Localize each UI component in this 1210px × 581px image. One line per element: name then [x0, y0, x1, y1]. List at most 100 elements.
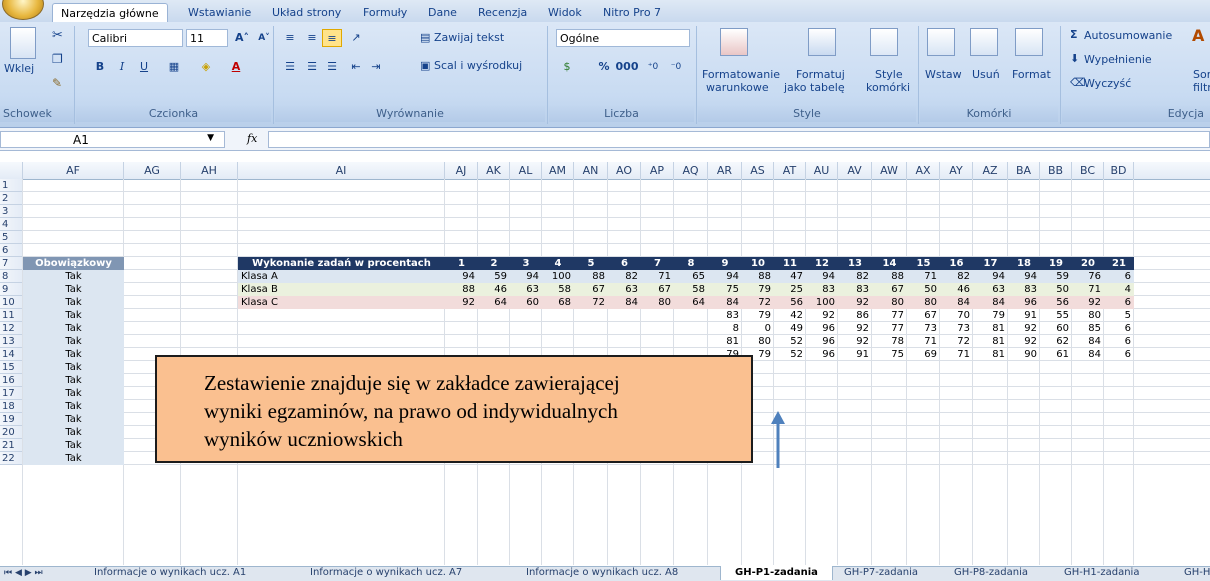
percent-cell[interactable]: 71: [907, 270, 940, 283]
percent-cell[interactable]: 85: [1072, 322, 1104, 335]
column-header[interactable]: AK: [478, 162, 510, 179]
column-header[interactable]: AX: [907, 162, 940, 179]
format-cells-button[interactable]: Format: [1012, 68, 1051, 81]
conditional-format-button-line2[interactable]: warunkowe: [706, 81, 769, 94]
percent-cell[interactable]: 75: [872, 348, 907, 361]
tab-insert[interactable]: Wstawianie: [180, 3, 259, 22]
autosum-button[interactable]: Autosumowanie: [1084, 29, 1172, 42]
percent-cell[interactable]: [510, 309, 542, 322]
bold-button[interactable]: B: [90, 58, 110, 76]
align-center-icon[interactable]: ☰: [302, 58, 322, 76]
column-header[interactable]: BC: [1072, 162, 1104, 179]
clear-button[interactable]: Wyczyść: [1084, 77, 1131, 90]
insert-cells-button[interactable]: Wstaw: [925, 68, 962, 81]
row-header[interactable]: 8: [0, 270, 23, 283]
percent-cell[interactable]: [510, 335, 542, 348]
sheet-tab[interactable]: GH-H1-zadania: [1050, 566, 1153, 580]
task-number-header[interactable]: 3: [510, 257, 542, 270]
percent-cell[interactable]: 64: [478, 296, 510, 309]
format-as-table-icon[interactable]: [808, 28, 836, 56]
class-name-cell[interactable]: Klasa B: [238, 283, 445, 296]
cell-styles-button-line2[interactable]: komórki: [866, 81, 910, 94]
column-header[interactable]: AW: [872, 162, 907, 179]
percent-cell[interactable]: 8: [708, 322, 742, 335]
percent-cell[interactable]: 82: [608, 270, 641, 283]
sheet-tab[interactable]: GH-P7-zadania: [830, 566, 932, 580]
class-name-cell[interactable]: [238, 335, 445, 348]
percent-cell[interactable]: 5: [1104, 309, 1134, 322]
thousands-button[interactable]: 000: [614, 58, 640, 76]
task-number-header[interactable]: 9: [708, 257, 742, 270]
percent-cell[interactable]: 96: [806, 335, 838, 348]
obowiazkowy-cell[interactable]: Tak: [23, 413, 124, 426]
tab-home[interactable]: Narzędzia główne: [52, 3, 168, 24]
class-name-cell[interactable]: Klasa A: [238, 270, 445, 283]
percent-cell[interactable]: [478, 309, 510, 322]
percent-cell[interactable]: 80: [641, 296, 674, 309]
task-number-header[interactable]: 19: [1040, 257, 1072, 270]
percent-cell[interactable]: 84: [940, 296, 973, 309]
conditional-format-button-line1[interactable]: Formatowanie: [702, 68, 780, 81]
obowiazkowy-cell[interactable]: Tak: [23, 309, 124, 322]
sheet-tab[interactable]: Informacje o wynikach ucz. A1: [80, 566, 260, 580]
percent-cell[interactable]: 86: [838, 309, 872, 322]
percent-button[interactable]: %: [594, 58, 614, 76]
wrap-text-button[interactable]: Zawijaj tekst: [434, 31, 504, 44]
sheet-tab[interactable]: GH-H7-: [1170, 566, 1210, 580]
percent-cell[interactable]: 49: [774, 322, 806, 335]
percent-cell[interactable]: [478, 335, 510, 348]
task-number-header[interactable]: 20: [1072, 257, 1104, 270]
percent-cell[interactable]: 72: [940, 335, 973, 348]
percent-cell[interactable]: 83: [806, 283, 838, 296]
percent-cell[interactable]: 100: [806, 296, 838, 309]
cell-styles-button-line1[interactable]: Style: [875, 68, 903, 81]
shrink-font-button[interactable]: A˅: [254, 29, 274, 47]
row-header[interactable]: 14: [0, 348, 23, 361]
percent-cell[interactable]: 71: [940, 348, 973, 361]
percent-cell[interactable]: 92: [838, 335, 872, 348]
percent-cell[interactable]: 71: [641, 270, 674, 283]
font-size-combo[interactable]: 11: [186, 29, 228, 47]
font-name-combo[interactable]: Calibri: [88, 29, 183, 47]
percent-cell[interactable]: 92: [838, 296, 872, 309]
percent-cell[interactable]: 81: [973, 322, 1008, 335]
increase-decimal-icon[interactable]: ⁺0: [643, 58, 663, 76]
percent-cell[interactable]: 58: [674, 283, 708, 296]
currency-icon[interactable]: $: [557, 58, 577, 76]
percent-cell[interactable]: 61: [1040, 348, 1072, 361]
conditional-format-icon[interactable]: [720, 28, 748, 56]
percent-cell[interactable]: 94: [973, 270, 1008, 283]
paste-button[interactable]: Wklej: [4, 62, 34, 75]
percent-cell[interactable]: 63: [608, 283, 641, 296]
percent-cell[interactable]: 52: [774, 335, 806, 348]
percent-cell[interactable]: 63: [510, 283, 542, 296]
percent-cell[interactable]: 94: [1008, 270, 1040, 283]
percent-cell[interactable]: [445, 322, 478, 335]
percent-cell[interactable]: 46: [478, 283, 510, 296]
percent-cell[interactable]: [608, 322, 641, 335]
percent-cell[interactable]: 73: [940, 322, 973, 335]
class-name-cell[interactable]: Klasa C: [238, 296, 445, 309]
percent-cell[interactable]: 59: [478, 270, 510, 283]
column-header[interactable]: AF: [23, 162, 124, 179]
row-header[interactable]: 7: [0, 257, 23, 270]
percent-cell[interactable]: 64: [674, 296, 708, 309]
decrease-decimal-icon[interactable]: ⁻0: [666, 58, 686, 76]
percent-cell[interactable]: 92: [806, 309, 838, 322]
percent-cell[interactable]: [574, 322, 608, 335]
column-header[interactable]: AP: [641, 162, 674, 179]
row-header[interactable]: 9: [0, 283, 23, 296]
row-header[interactable]: 19: [0, 413, 23, 426]
percent-cell[interactable]: 82: [940, 270, 973, 283]
task-number-header[interactable]: 4: [542, 257, 574, 270]
percent-cell[interactable]: 55: [1040, 309, 1072, 322]
percent-cell[interactable]: 96: [1008, 296, 1040, 309]
obowiazkowy-cell[interactable]: Tak: [23, 283, 124, 296]
task-number-header[interactable]: 2: [478, 257, 510, 270]
row-header[interactable]: 11: [0, 309, 23, 322]
percent-cell[interactable]: [608, 335, 641, 348]
percent-cell[interactable]: [542, 309, 574, 322]
task-number-header[interactable]: 5: [574, 257, 608, 270]
percent-cell[interactable]: [445, 309, 478, 322]
task-number-header[interactable]: 12: [806, 257, 838, 270]
